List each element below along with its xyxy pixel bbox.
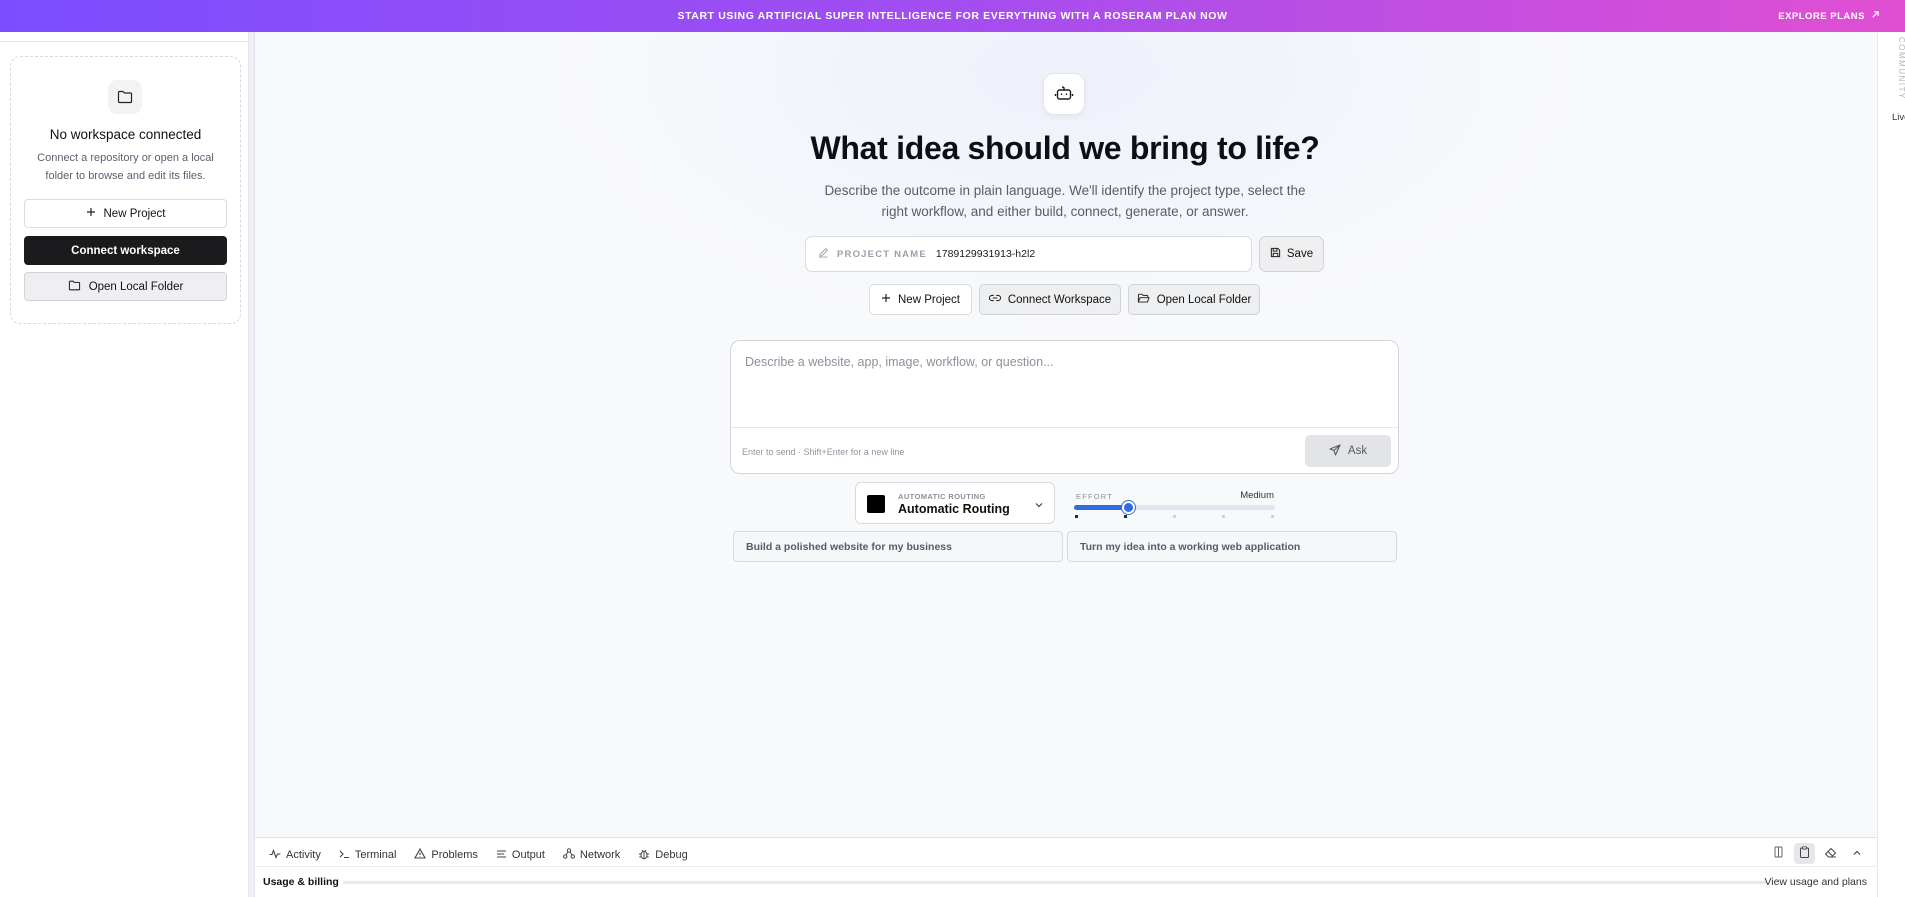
sidebar-connect-workspace-button[interactable]: Connect workspace (24, 236, 227, 265)
suggestion-chip[interactable]: Turn my idea into a working web applicat… (1067, 531, 1397, 562)
sidebar-open-local-folder-button[interactable]: Open Local Folder (24, 272, 227, 301)
view-usage-link[interactable]: View usage and plans (1764, 876, 1867, 888)
page-subtitle: Describe the outcome in plain language. … (824, 183, 1306, 219)
sidebar-new-project-label: New Project (103, 207, 166, 220)
usage-billing-label: Usage & billing (263, 876, 339, 888)
routing-select[interactable]: AUTOMATIC ROUTING Automatic Routing (855, 482, 1055, 524)
connect-workspace-button[interactable]: Connect Workspace (979, 284, 1121, 315)
network-icon (562, 848, 575, 862)
open-local-folder-button[interactable]: Open Local Folder (1128, 284, 1260, 315)
ask-label: Ask (1347, 445, 1368, 457)
prompt-input[interactable] (745, 355, 1375, 415)
save-icon (1270, 247, 1281, 261)
chevron-down-icon (1034, 497, 1044, 515)
new-project-button[interactable]: New Project (869, 284, 972, 315)
effort-tick (1075, 515, 1078, 518)
clipboard-icon (1799, 845, 1810, 863)
bot-icon (1043, 73, 1085, 115)
effort-tick (1124, 515, 1127, 518)
effort-tick (1222, 515, 1225, 518)
output-lines-icon (496, 849, 507, 862)
project-name-field[interactable]: PROJECT NAME 1789129931913-h2l2 (805, 236, 1252, 272)
right-rail: COMMUNITY Live (1877, 32, 1905, 897)
prompt-box: Enter to send · Shift+Enter for a new li… (730, 340, 1399, 474)
tab-output[interactable]: Output (496, 846, 545, 864)
ask-button[interactable]: Ask (1305, 435, 1391, 467)
bottom-tabs: Activity Terminal Problems Output Networ… (269, 846, 688, 864)
explore-plans-link[interactable]: EXPLORE PLANS (1778, 10, 1880, 22)
tab-activity-label: Activity (286, 849, 321, 861)
prompt-hint: Enter to send · Shift+Enter for a new li… (742, 447, 905, 457)
community-tab[interactable]: COMMUNITY (1897, 37, 1905, 100)
tab-terminal[interactable]: Terminal (339, 846, 397, 864)
effort-tick (1173, 515, 1176, 518)
usage-billing-row: Usage & billing View usage and plans (255, 866, 1877, 897)
plus-icon (881, 293, 891, 306)
terminal-icon (339, 849, 350, 862)
folder-icon (108, 80, 142, 114)
chevron-up-icon (1852, 845, 1862, 863)
effort-label: EFFORT (1076, 492, 1114, 501)
sidebar-open-local-folder-label: Open Local Folder (88, 280, 184, 293)
tab-activity[interactable]: Activity (269, 846, 321, 864)
folder-open-icon (1137, 293, 1150, 307)
promo-banner: START USING ARTIFICIAL SUPER INTELLIGENC… (0, 0, 1905, 32)
tab-problems-label: Problems (431, 849, 478, 861)
activity-icon (269, 848, 281, 862)
open-local-folder-label: Open Local Folder (1156, 293, 1252, 306)
tab-terminal-label: Terminal (354, 849, 397, 861)
clipboard-button[interactable] (1794, 843, 1815, 864)
workspace-empty-description: Connect a repository or open a local fol… (37, 152, 214, 182)
folder-icon (68, 280, 81, 294)
tab-network[interactable]: Network (562, 846, 621, 864)
split-panel-button[interactable] (1768, 843, 1789, 864)
arrow-up-right-icon (1871, 10, 1880, 22)
tab-output-label: Output (511, 849, 545, 861)
bottom-panel-controls (1768, 843, 1867, 864)
project-name-label: PROJECT NAME (837, 248, 927, 260)
live-label[interactable]: Live (1892, 112, 1905, 123)
effort-slider[interactable] (1074, 501, 1275, 514)
model-color-swatch (867, 495, 885, 513)
usage-progress-bar (343, 881, 1767, 884)
bottom-panel: Activity Terminal Problems Output Networ… (255, 837, 1877, 897)
send-icon (1329, 443, 1341, 459)
routing-value: Automatic Routing (898, 502, 1010, 516)
suggestion-chip[interactable]: Build a polished website for my business (733, 531, 1063, 562)
plus-icon (86, 207, 96, 220)
tab-network-label: Network (579, 849, 621, 861)
promo-message: START USING ARTIFICIAL SUPER INTELLIGENC… (677, 10, 1228, 22)
project-name-value[interactable]: 1789129931913-h2l2 (936, 248, 1035, 260)
page-title: What idea should we bring to life? (810, 130, 1320, 166)
effort-slider-thumb[interactable] (1121, 501, 1135, 514)
tab-problems[interactable]: Problems (414, 846, 478, 864)
tab-debug-label: Debug (655, 849, 688, 861)
effort-value: Medium (1240, 490, 1274, 501)
warning-icon (414, 847, 427, 862)
save-button[interactable]: Save (1259, 236, 1324, 272)
sidebar-connect-workspace-label: Connect workspace (71, 244, 180, 257)
explore-plans-label: EXPLORE PLANS (1778, 10, 1865, 22)
workspace-empty-title: No workspace connected (49, 127, 202, 142)
effort-tick (1271, 515, 1274, 518)
bug-icon (638, 848, 650, 863)
save-label: Save (1286, 248, 1314, 260)
routing-caption: AUTOMATIC ROUTING (898, 492, 986, 501)
link-icon (988, 293, 1001, 306)
tab-debug[interactable]: Debug (638, 846, 688, 864)
sidebar-new-project-button[interactable]: New Project (24, 199, 227, 228)
effort-slider-fill (1074, 505, 1129, 510)
pencil-icon (818, 245, 829, 263)
prompt-divider (731, 427, 1398, 428)
clear-button[interactable] (1820, 843, 1841, 864)
new-project-label: New Project (898, 293, 960, 306)
eraser-icon (1824, 845, 1837, 863)
connect-workspace-label: Connect Workspace (1007, 293, 1112, 306)
sidebar-divider (0, 41, 248, 42)
columns-icon (1773, 845, 1784, 863)
collapse-panel-button[interactable] (1846, 843, 1867, 864)
